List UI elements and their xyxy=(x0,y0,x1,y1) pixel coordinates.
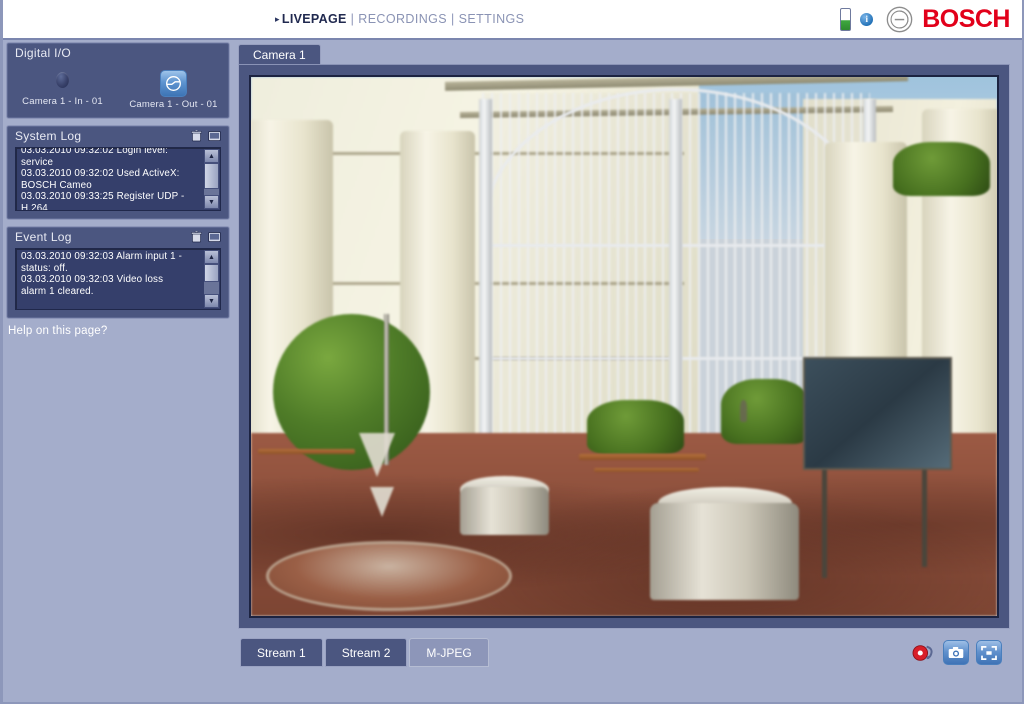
system-log-header: System Log xyxy=(7,126,229,147)
sidebar: Digital I/O Camera 1 - In - 01 Camera 1 … xyxy=(6,42,230,337)
system-log-scrollbar[interactable]: ▲ ▼ xyxy=(204,149,219,209)
video-stream-view[interactable] xyxy=(249,75,999,618)
system-log-title: System Log xyxy=(15,129,82,143)
bosch-emblem-icon xyxy=(886,6,913,32)
event-log-window-icon[interactable] xyxy=(208,231,221,243)
fullscreen-button[interactable] xyxy=(976,640,1002,665)
digital-io-title: Digital I/O xyxy=(15,46,71,60)
event-log-title: Event Log xyxy=(15,230,72,244)
scene-fountain-base xyxy=(265,540,513,611)
scene-sign-board xyxy=(803,357,953,471)
scene-bench xyxy=(579,454,707,461)
system-log-scroll-thumb[interactable] xyxy=(204,163,219,189)
tab-stream-2[interactable]: Stream 2 xyxy=(324,638,408,667)
scene-fountain-cone xyxy=(370,486,395,517)
snapshot-button[interactable] xyxy=(943,640,969,665)
io-output-camera-1-out-01[interactable]: Camera 1 - Out - 01 xyxy=(118,70,229,110)
help-on-this-page-link[interactable]: Help on this page? xyxy=(8,325,230,337)
livepage-app: ▸ LIVEPAGE | RECORDINGS | SETTINGS i BOSCH Di… xyxy=(0,0,1024,704)
page-header: ▸ LIVEPAGE | RECORDINGS | SETTINGS i BOSCH xyxy=(3,0,1022,40)
system-log-window-icon[interactable] xyxy=(208,130,221,142)
stream-status-indicator xyxy=(840,7,852,31)
nav-separator-2: | xyxy=(451,12,455,26)
scene-planter-large xyxy=(650,502,800,600)
scene-tree xyxy=(273,314,431,471)
scroll-up-icon[interactable]: ▲ xyxy=(204,250,219,264)
system-log-entry: 03.03.2010 09:33:25 Register UDP - H.264 xyxy=(21,191,185,211)
scene-hedge xyxy=(586,400,684,455)
system-log-trash-icon[interactable] xyxy=(191,129,202,142)
event-log-scrollbar[interactable]: ▲ ▼ xyxy=(204,250,219,308)
camera-tab-bar: Camera 1 xyxy=(238,42,1020,64)
main-content: Camera 1 Stream 1 Stream 2 M-JPEG xyxy=(238,42,1020,672)
event-log-header: Event Log xyxy=(7,227,229,248)
event-log-entry: 03.03.2010 09:32:03 Alarm input 1 - stat… xyxy=(21,251,183,274)
scene-bench xyxy=(258,448,356,454)
nav-item-recordings[interactable]: RECORDINGS xyxy=(358,12,447,26)
event-log-scroll-track[interactable] xyxy=(204,264,219,294)
scroll-down-icon[interactable]: ▼ xyxy=(204,294,219,308)
stream-tab-bar: Stream 1 Stream 2 M-JPEG xyxy=(240,638,489,667)
scene-hedge-top xyxy=(892,141,990,196)
system-log-entry: 03.03.2010 09:32:02 Used ActiveX: BOSCH … xyxy=(21,168,180,191)
viewer-bottom-bar: Stream 1 Stream 2 M-JPEG xyxy=(238,634,1010,672)
digital-io-body: Camera 1 - In - 01 Camera 1 - Out - 01 xyxy=(7,64,229,118)
system-log-box[interactable]: 03.03.2010 09:32:02 Login level: service… xyxy=(15,147,221,211)
io-input-camera-1-in-01[interactable]: Camera 1 - In - 01 xyxy=(7,70,118,110)
brand-area: i BOSCH xyxy=(840,4,1010,34)
scene-planter-small xyxy=(459,486,550,536)
scroll-down-icon[interactable]: ▼ xyxy=(204,195,219,209)
tab-stream-1[interactable]: Stream 1 xyxy=(240,638,323,667)
scene-sign-leg xyxy=(922,454,928,568)
event-log-trash-icon[interactable] xyxy=(191,230,202,243)
panel-event-log: Event Log 03.03.2010 09:32:03 Alarm inpu… xyxy=(6,226,230,319)
event-log-entries: 03.03.2010 09:32:03 Alarm input 1 - stat… xyxy=(16,249,191,299)
scene-hedge xyxy=(720,378,811,444)
nav-separator-1: | xyxy=(350,12,355,26)
scene-bench xyxy=(594,467,699,472)
event-log-scroll-thumb[interactable] xyxy=(204,264,219,282)
video-scene-content xyxy=(251,77,997,616)
panel-digital-io: Digital I/O Camera 1 - In - 01 Camera 1 … xyxy=(6,42,230,119)
io-output-label: Camera 1 - Out - 01 xyxy=(129,99,218,110)
input-led-icon xyxy=(56,72,69,88)
system-log-scroll-track[interactable] xyxy=(204,163,219,195)
nav-item-settings[interactable]: SETTINGS xyxy=(459,12,525,26)
recording-status-icon[interactable] xyxy=(910,641,936,664)
event-log-entry: 03.03.2010 09:32:03 Video loss alarm 1 c… xyxy=(21,274,164,297)
nav-item-livepage[interactable]: LIVEPAGE xyxy=(282,12,347,26)
tab-camera-1[interactable]: Camera 1 xyxy=(238,44,321,64)
viewer-controls xyxy=(910,640,1002,665)
tab-m-jpeg[interactable]: M-JPEG xyxy=(409,638,489,667)
bosch-wordmark: BOSCH xyxy=(922,4,1010,33)
panel-system-log: System Log 03.03.2010 09:32:02 Login lev… xyxy=(6,125,230,220)
system-log-entries: 03.03.2010 09:32:02 Login level: service… xyxy=(16,147,191,211)
info-icon[interactable]: i xyxy=(860,12,874,26)
digital-io-header: Digital I/O xyxy=(7,43,229,64)
system-log-actions xyxy=(191,129,221,142)
event-log-box[interactable]: 03.03.2010 09:32:03 Alarm input 1 - stat… xyxy=(15,248,221,310)
scroll-up-icon[interactable]: ▲ xyxy=(204,149,219,163)
scene-person xyxy=(739,400,747,423)
system-log-entry: 03.03.2010 09:32:02 Login level: service xyxy=(21,147,168,168)
io-input-label: Camera 1 - In - 01 xyxy=(22,96,103,107)
event-log-actions xyxy=(191,230,221,243)
scene-sign-leg xyxy=(821,454,827,579)
video-viewer-frame xyxy=(238,64,1010,629)
main-navigation: ▸ LIVEPAGE | RECORDINGS | SETTINGS xyxy=(275,12,524,26)
scene-fountain-cone xyxy=(359,432,396,477)
nav-pointer-icon: ▸ xyxy=(275,14,280,25)
relay-toggle-icon[interactable] xyxy=(160,70,187,97)
